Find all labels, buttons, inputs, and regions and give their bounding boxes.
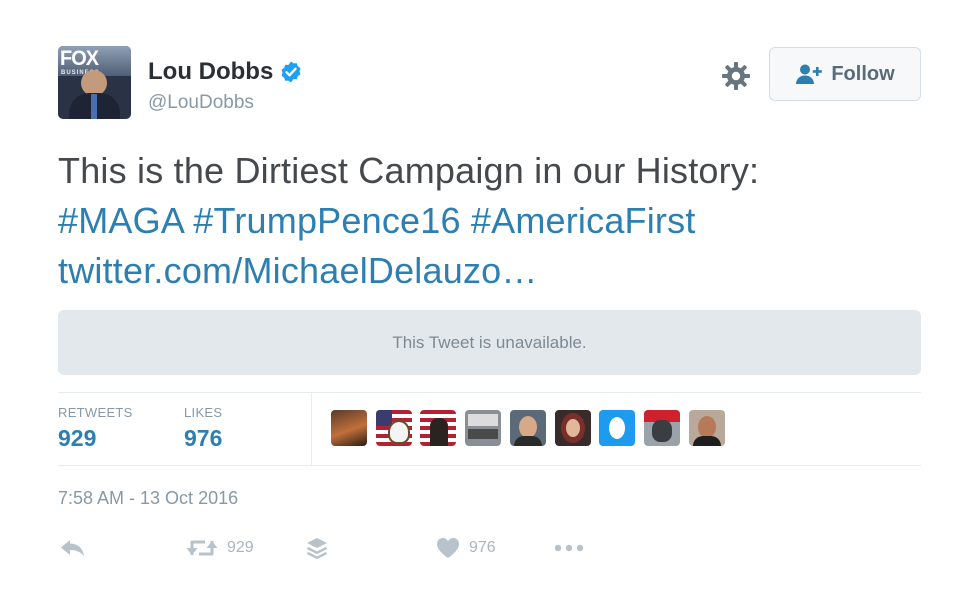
stack-layers-icon (306, 538, 328, 559)
quoted-tweet-unavailable: This Tweet is unavailable. (58, 310, 921, 375)
author-avatar[interactable]: FOX BUSINESS (58, 46, 131, 119)
liker-avatar[interactable] (555, 410, 591, 446)
add-to-moment-button[interactable] (305, 536, 329, 560)
follow-button[interactable]: Follow (769, 47, 921, 101)
tweet-text: This is the Dirtiest Campaign in our His… (58, 146, 938, 296)
author-name-text: Lou Dobbs (148, 58, 274, 85)
retweets-count[interactable]: 929 (58, 425, 96, 452)
reply-icon (61, 540, 84, 556)
hashtag-link[interactable]: #MAGA (58, 200, 183, 241)
more-dots-icon (554, 544, 584, 552)
liker-avatar[interactable] (465, 410, 501, 446)
verified-badge-icon (281, 61, 301, 83)
tweet-timestamp[interactable]: 7:58 AM - 13 Oct 2016 (58, 488, 238, 509)
hashtag-link[interactable]: #TrumpPence16 (193, 200, 460, 241)
tweet-url-link[interactable]: twitter.com/MichaelDelauzo… (58, 246, 938, 296)
liker-avatar[interactable] (510, 410, 546, 446)
stats-top-divider (58, 392, 921, 393)
liker-avatar[interactable] (420, 410, 456, 446)
stats-vertical-divider (311, 392, 312, 465)
gear-icon[interactable] (720, 60, 752, 92)
reply-button[interactable] (60, 536, 86, 560)
likes-count[interactable]: 976 (184, 425, 222, 452)
stats-bottom-divider (58, 465, 921, 466)
more-options-button[interactable] (554, 542, 584, 554)
liker-avatar[interactable] (689, 410, 725, 446)
retweet-icon (186, 540, 218, 556)
retweet-button[interactable]: 929 (185, 536, 254, 560)
add-user-icon (796, 64, 823, 84)
tweet-text-line: This is the Dirtiest Campaign in our His… (58, 150, 760, 191)
avatar-person-tie (91, 94, 97, 119)
retweets-label: RETWEETS (58, 405, 133, 420)
quoted-tweet-notice: This Tweet is unavailable. (392, 332, 587, 352)
like-action-count: 976 (469, 539, 496, 556)
follow-button-label: Follow (831, 62, 895, 85)
avatar-logo-text: FOX (60, 47, 99, 70)
liker-avatar[interactable] (376, 410, 412, 446)
like-button[interactable]: 976 (435, 536, 496, 560)
liker-avatar[interactable] (644, 410, 680, 446)
hashtag-link[interactable]: #AmericaFirst (471, 200, 696, 241)
author-handle[interactable]: @LouDobbs (148, 92, 254, 114)
author-name[interactable]: Lou Dobbs (148, 58, 303, 86)
heart-icon (437, 538, 459, 558)
likes-label: LIKES (184, 405, 223, 420)
liker-avatar[interactable] (331, 410, 367, 446)
retweet-action-count: 929 (227, 539, 254, 556)
tweet-hashtags-line: #MAGA #TrumpPence16 #AmericaFirst (58, 196, 938, 246)
liker-avatar[interactable] (599, 410, 635, 446)
